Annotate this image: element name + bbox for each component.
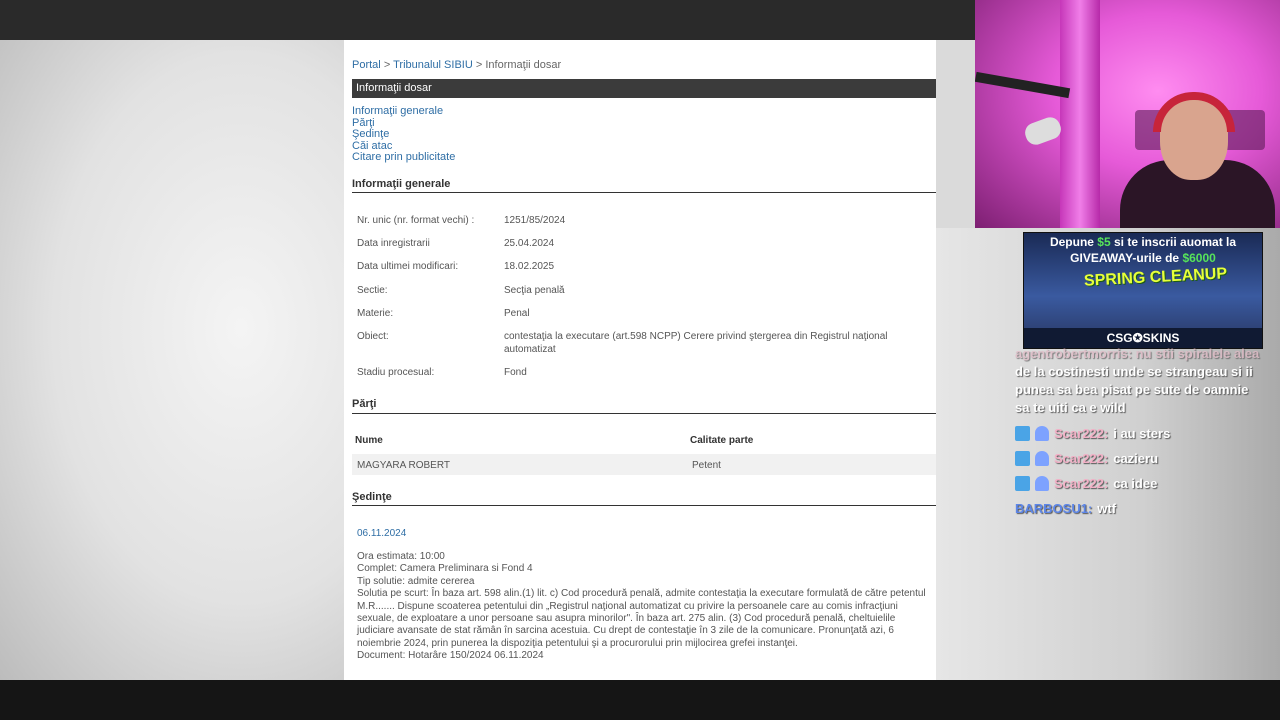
- section-nav: Informaţii generale Părţi Şedinţe Căi at…: [352, 105, 455, 164]
- headset-icon: [1153, 92, 1235, 132]
- chat-message: Scar222: i au sters: [1015, 424, 1265, 442]
- chat-username: BARBOSU1:: [1015, 500, 1093, 516]
- stream-left-background: [0, 40, 344, 680]
- chat-username: Scar222:: [1054, 425, 1109, 441]
- ad-text: si te inscrii auomat la: [1110, 235, 1237, 249]
- page-title: Informaţii dosar: [352, 79, 936, 98]
- info-label: Data ultimei modificari:: [357, 261, 459, 272]
- chat-message: Scar222: cazieru: [1015, 449, 1265, 467]
- ad-text: Depune: [1049, 235, 1098, 249]
- ghost-badge-icon: [1035, 450, 1049, 466]
- info-value: Fond: [504, 367, 527, 378]
- stream-chat: agentrobertmorris: nu stii spiralele ale…: [1015, 345, 1265, 517]
- streamer-webcam: [975, 0, 1280, 228]
- ad-line-2: GIVEAWAY-urile de $6000: [1024, 251, 1262, 265]
- section-title-hearings: Şedinţe: [352, 491, 392, 503]
- chat-text: wtf: [1097, 500, 1117, 516]
- section-divider: [352, 413, 936, 414]
- section-title-general: Informaţii generale: [352, 178, 451, 190]
- breadcrumb-separator: >: [383, 59, 391, 71]
- hearing-document: Document: Hotarâre 150/2024 06.11.2024: [357, 650, 544, 662]
- ghost-badge-icon: [1035, 475, 1049, 491]
- info-value: 18.02.2025: [504, 261, 555, 272]
- subscriber-badge-icon: [1015, 425, 1030, 441]
- info-label: Obiect:: [357, 331, 389, 342]
- chat-text: de la costinesti unde se strangeau si ii…: [1015, 364, 1253, 415]
- chat-message: Scar222: ca idee: [1015, 474, 1265, 492]
- info-value: contestaţia la executare (art.598 NCPP) …: [504, 331, 888, 355]
- webcam-curtain: [1060, 0, 1100, 228]
- chat-username: Scar222:: [1054, 450, 1109, 466]
- stream-top-bar: [0, 0, 975, 40]
- hearing-time: Ora estimata: 10:00: [357, 551, 445, 562]
- ad-amount: $6000: [1182, 251, 1216, 265]
- court-case-page: Portal > Tribunalul SIBIU > Informaţii d…: [344, 40, 936, 680]
- chat-username: agentrobertmorris:: [1015, 346, 1133, 361]
- section-divider: [352, 505, 936, 506]
- hearing-solution-summary: Solutia pe scurt: În baza art. 598 alin.…: [357, 588, 926, 649]
- stream-gap: [936, 40, 976, 228]
- mic-arm: [975, 71, 1071, 99]
- ghost-badge-icon: [1035, 425, 1049, 441]
- breadcrumb-separator: >: [475, 59, 483, 71]
- info-value: Secţia penală: [504, 285, 565, 296]
- info-label: Stadiu procesual:: [357, 367, 435, 378]
- nav-link-public-summons[interactable]: Citare prin publicitate: [352, 152, 455, 164]
- hearing-panel: Complet: Camera Preliminara si Fond 4: [357, 563, 533, 575]
- sponsor-ad: Depune $5 si te inscrii auomat la GIVEAW…: [1023, 232, 1263, 349]
- table-row: MAGYARA ROBERT Petent: [352, 454, 936, 475]
- ad-banner: SPRING CLEANUP: [1083, 265, 1228, 290]
- table-header-name: Nume: [355, 435, 383, 446]
- hearing-details: Ora estimata: 10:00 Complet: Camera Prel…: [357, 551, 935, 663]
- breadcrumb-current: Informaţii dosar: [485, 59, 562, 71]
- info-label: Nr. unic (nr. format vechi) :: [357, 215, 475, 226]
- stream-bottom-bar: [0, 680, 1280, 720]
- ad-amount: $5: [1097, 235, 1111, 249]
- breadcrumb-court-link[interactable]: Tribunalul SIBIU: [393, 59, 473, 71]
- chat-text: ca idee: [1113, 475, 1158, 491]
- info-label: Sectie:: [357, 285, 388, 296]
- hearing-date: 06.11.2024: [357, 528, 407, 539]
- chat-text: nu stii spiralele alea: [1135, 346, 1260, 361]
- microphone-icon: [1022, 114, 1064, 148]
- chat-text: i au sters: [1113, 425, 1171, 441]
- section-title-parties: Părţi: [352, 398, 377, 410]
- breadcrumb: Portal > Tribunalul SIBIU > Informaţii d…: [352, 59, 561, 71]
- table-header-role: Calitate parte: [690, 435, 754, 446]
- info-label: Materie:: [357, 308, 394, 319]
- chat-text: cazieru: [1113, 450, 1159, 466]
- ad-line-1: Depune $5 si te inscrii auomat la: [1024, 235, 1262, 249]
- party-role: Petent: [692, 460, 721, 471]
- party-name: MAGYARA ROBERT: [357, 460, 450, 471]
- nav-link-general[interactable]: Informaţii generale: [352, 105, 455, 118]
- info-value: Penal: [504, 308, 530, 319]
- breadcrumb-portal-link[interactable]: Portal: [352, 59, 381, 71]
- section-divider: [352, 192, 936, 193]
- info-value: 25.04.2024: [504, 238, 555, 249]
- ad-text: GIVEAWAY-urile de: [1070, 251, 1183, 265]
- info-value: 1251/85/2024: [504, 215, 566, 226]
- chat-message: agentrobertmorris: nu stii spiralele ale…: [1015, 345, 1265, 417]
- info-label: Data inregistrarii: [357, 238, 430, 249]
- subscriber-badge-icon: [1015, 475, 1030, 491]
- chat-username: Scar222:: [1054, 475, 1109, 491]
- subscriber-badge-icon: [1015, 450, 1030, 466]
- hearing-solution-type: Tip solutie: admite cererea: [357, 575, 475, 587]
- chat-message: BARBOSU1: wtf: [1015, 499, 1265, 517]
